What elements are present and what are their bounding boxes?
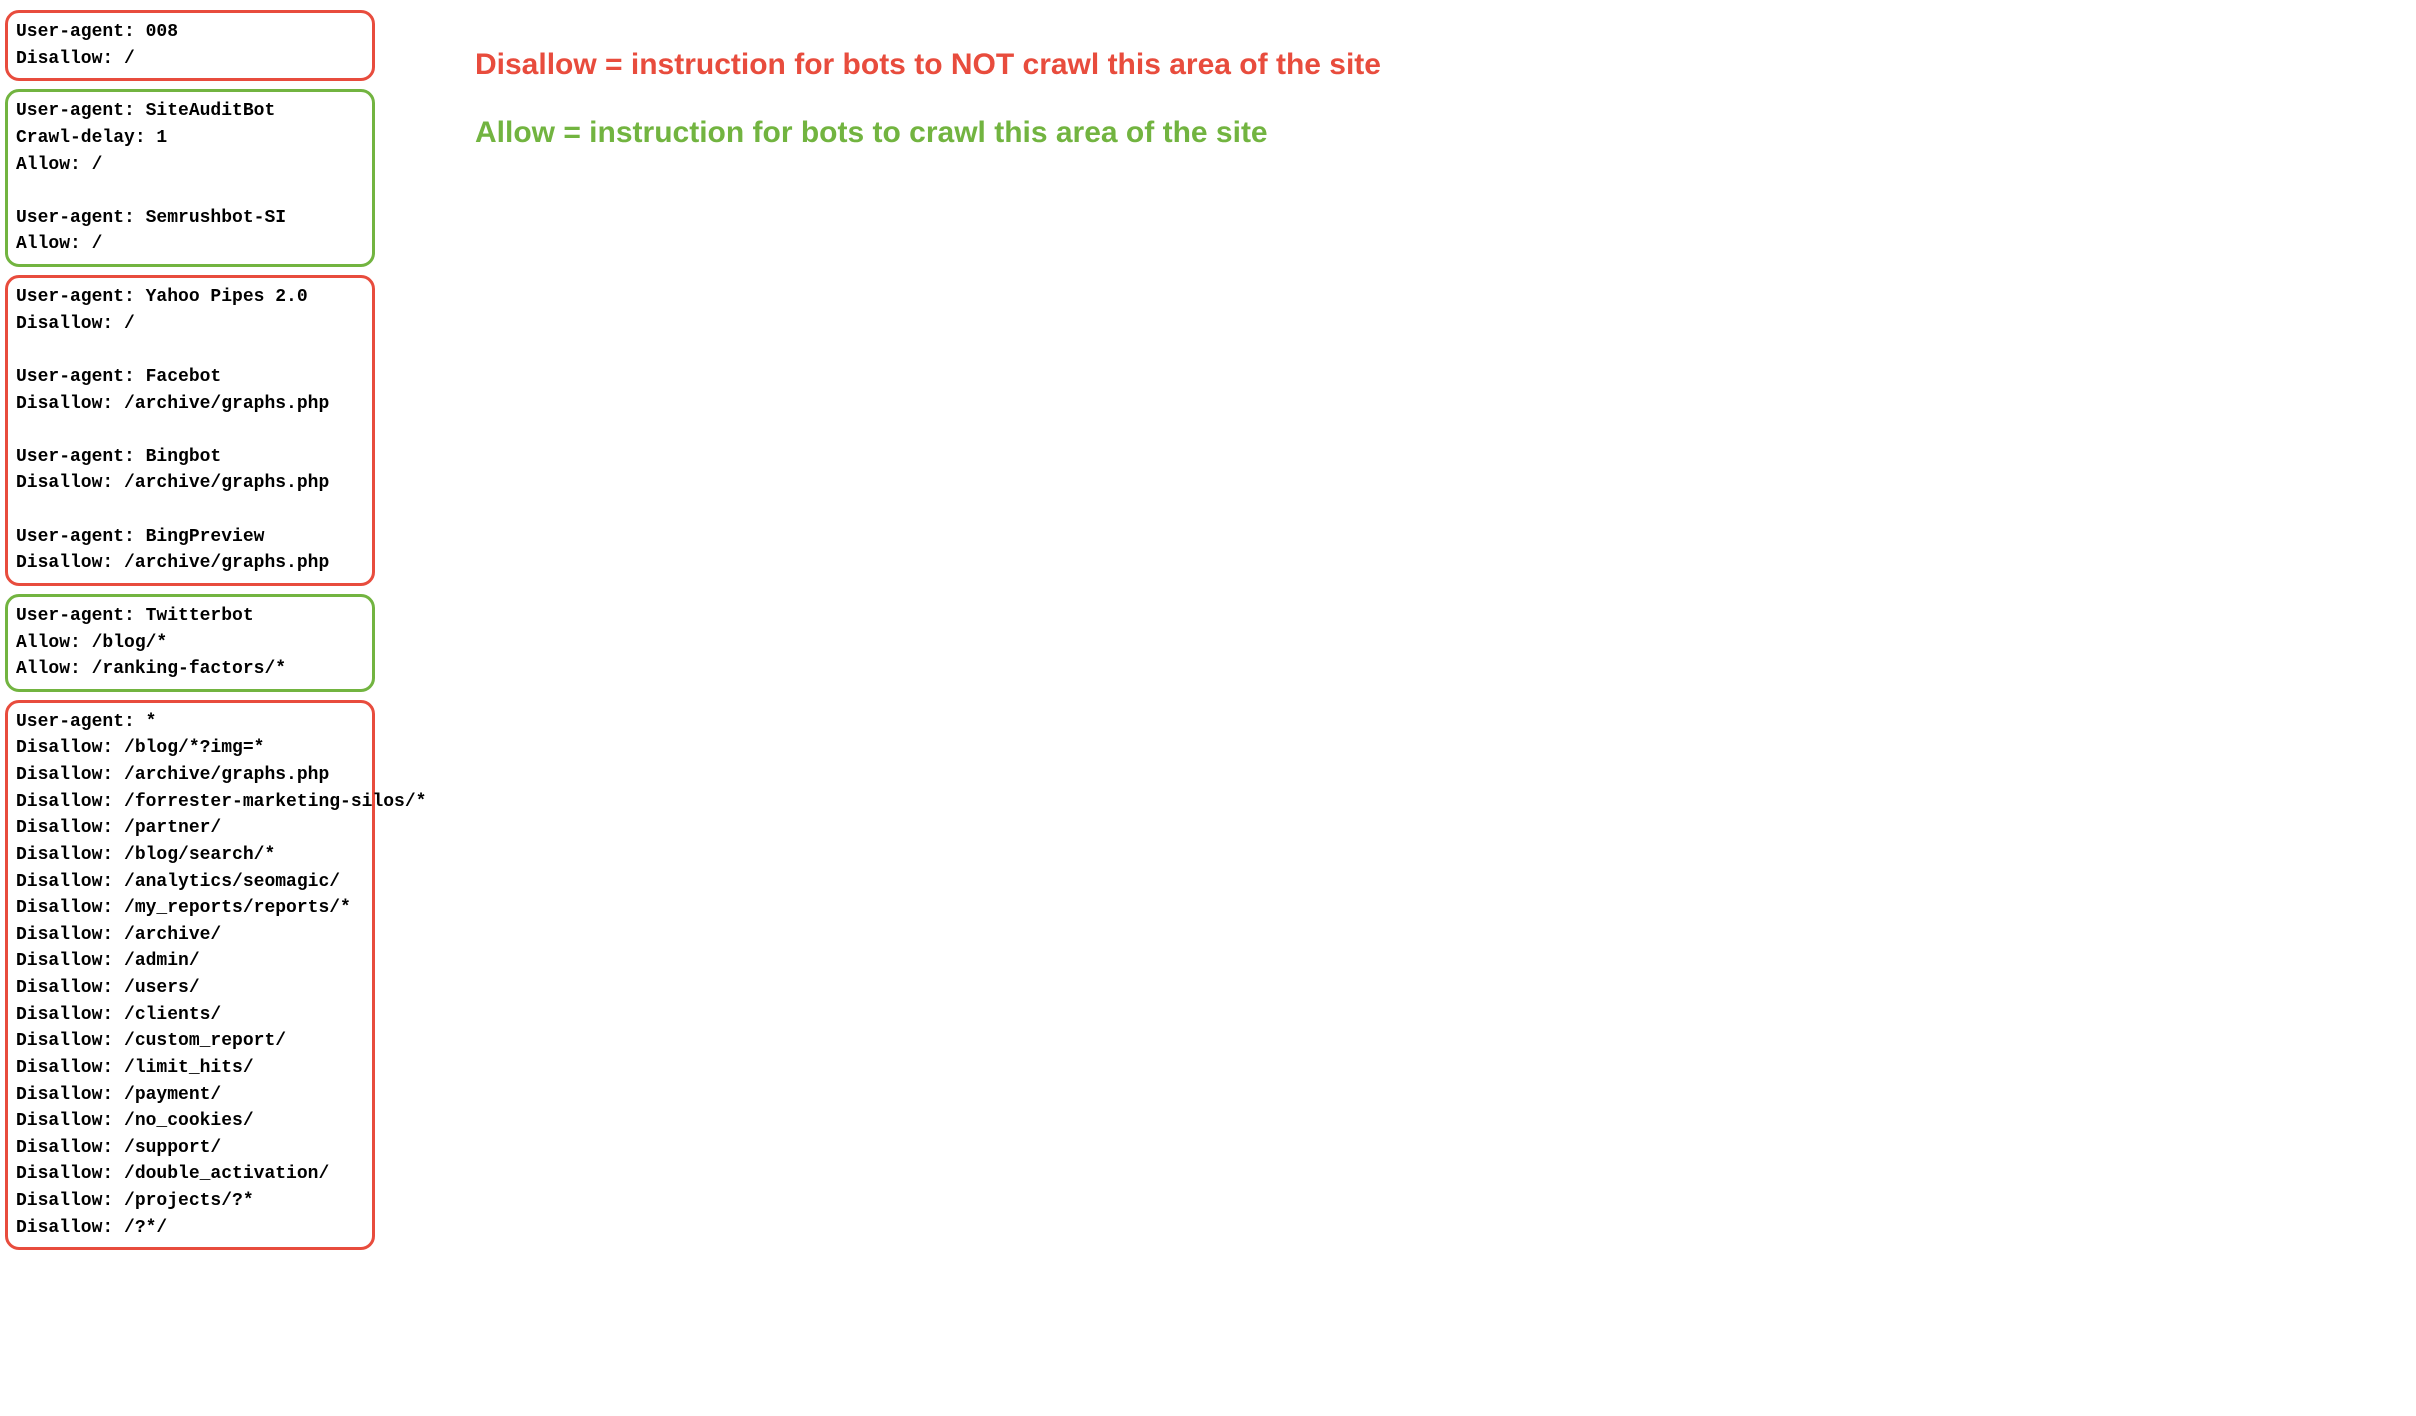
robots-block-disallow-008: User-agent: 008 Disallow: / xyxy=(5,10,375,81)
legend-column: Disallow = instruction for bots to NOT c… xyxy=(375,10,2411,1406)
robots-block-allow-twitterbot: User-agent: Twitterbot Allow: /blog/* Al… xyxy=(5,594,375,692)
robots-block-disallow-wildcard: User-agent: * Disallow: /blog/*?img=* Di… xyxy=(5,700,375,1251)
robots-block-disallow-yahoo-facebot-bing: User-agent: Yahoo Pipes 2.0 Disallow: / … xyxy=(5,275,375,586)
legend-disallow: Disallow = instruction for bots to NOT c… xyxy=(475,48,2411,82)
legend-allow: Allow = instruction for bots to crawl th… xyxy=(475,116,2411,150)
robots-blocks-column: User-agent: 008 Disallow: / User-agent: … xyxy=(5,10,375,1406)
robots-block-allow-siteauditbot: User-agent: SiteAuditBot Crawl-delay: 1 … xyxy=(5,89,375,267)
